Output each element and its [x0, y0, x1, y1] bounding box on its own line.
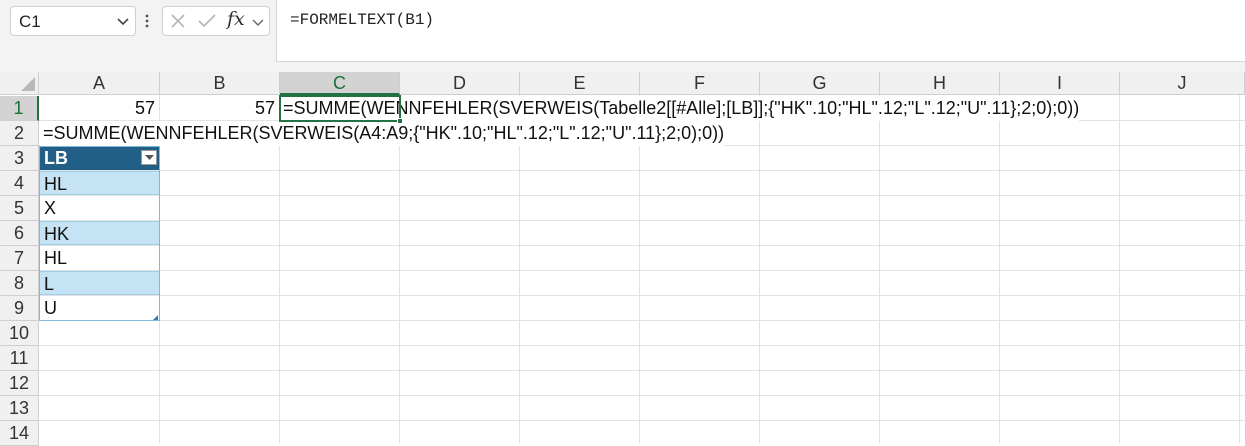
- column-header-i[interactable]: I: [1000, 72, 1120, 95]
- select-all-icon: [21, 77, 35, 91]
- select-all-button[interactable]: [0, 72, 39, 95]
- gridline: [279, 95, 280, 443]
- column-header-a[interactable]: A: [39, 72, 160, 95]
- name-box-value: C1: [19, 12, 41, 31]
- gridline: [999, 95, 1000, 443]
- gridline: [39, 220, 1245, 221]
- column-header-g[interactable]: G: [760, 72, 880, 95]
- row-header-10[interactable]: 10: [0, 321, 39, 346]
- gridline: [39, 420, 1245, 421]
- filter-dropdown-button[interactable]: [141, 150, 157, 165]
- row-header-5[interactable]: 5: [0, 196, 39, 221]
- table-header-lb[interactable]: LB: [40, 146, 159, 170]
- row-header-13[interactable]: 13: [0, 396, 39, 421]
- table-row[interactable]: HL: [40, 246, 159, 270]
- formula-bar-area: C1 fx =FORMELTEXT(B1): [0, 0, 1245, 72]
- gridline: [39, 270, 1245, 271]
- formula-controls: fx: [162, 6, 270, 36]
- name-box[interactable]: C1: [10, 6, 136, 36]
- column-header-e[interactable]: E: [520, 72, 640, 95]
- gridline: [39, 195, 1245, 196]
- more-options-icon[interactable]: [144, 10, 150, 32]
- gridline: [519, 95, 520, 443]
- gridline: [639, 95, 640, 443]
- chevron-down-icon[interactable]: [251, 15, 265, 29]
- row-header-2[interactable]: 2: [0, 121, 39, 146]
- row-header-14[interactable]: 14: [0, 421, 39, 446]
- column-header-f[interactable]: F: [640, 72, 760, 95]
- table-resize-handle-icon[interactable]: [153, 315, 158, 320]
- row-header-12[interactable]: 12: [0, 371, 39, 396]
- row-header-4[interactable]: 4: [0, 171, 39, 196]
- column-header-h[interactable]: H: [880, 72, 1000, 95]
- row-header-8[interactable]: 8: [0, 271, 39, 296]
- filter-arrow-icon: [145, 155, 154, 160]
- row-header-6[interactable]: 6: [0, 221, 39, 246]
- gridline: [39, 345, 1245, 346]
- worksheet-grid[interactable]: A B C D E F G H I J 1 2 3 4 5 6 7 8 9 10…: [0, 72, 1245, 446]
- gridline: [39, 395, 1245, 396]
- row-header-7[interactable]: 7: [0, 246, 39, 271]
- fill-handle[interactable]: [397, 118, 403, 124]
- row-header-1[interactable]: 1: [0, 96, 39, 121]
- gridline: [1119, 95, 1120, 443]
- row-header-11[interactable]: 11: [0, 346, 39, 371]
- gridline: [39, 245, 1245, 246]
- column-header-c[interactable]: C: [280, 72, 400, 95]
- chevron-down-icon[interactable]: [115, 13, 131, 29]
- table-row[interactable]: X: [40, 196, 159, 220]
- insert-function-icon[interactable]: fx: [227, 8, 245, 30]
- gridline: [39, 370, 1245, 371]
- formula-text: =FORMELTEXT(B1): [290, 11, 435, 29]
- column-header-d[interactable]: D: [400, 72, 520, 95]
- gridline: [39, 320, 1245, 321]
- gridline: [759, 95, 760, 443]
- table-row[interactable]: L: [40, 271, 159, 295]
- check-icon[interactable]: [197, 12, 217, 30]
- table-header-label: LB: [44, 148, 68, 168]
- column-header-b[interactable]: B: [160, 72, 280, 95]
- table-row[interactable]: HL: [40, 171, 159, 195]
- gridline: [39, 295, 1245, 296]
- gridline: [879, 95, 880, 443]
- column-header-j[interactable]: J: [1120, 72, 1245, 95]
- table-row[interactable]: HK: [40, 221, 159, 245]
- gridline: [1239, 95, 1240, 443]
- cell-a1[interactable]: 57: [40, 96, 159, 121]
- cell-a2[interactable]: =SUMME(WENNFEHLER(SVERWEIS(A4:A9;{"HK".1…: [40, 121, 725, 146]
- gridline: [399, 95, 400, 443]
- cancel-icon[interactable]: [169, 12, 187, 30]
- formula-input[interactable]: =FORMELTEXT(B1): [276, 0, 1245, 62]
- table-row[interactable]: U: [40, 296, 159, 320]
- row-header-3[interactable]: 3: [0, 146, 39, 171]
- gridline: [39, 170, 1245, 171]
- row-header-9[interactable]: 9: [0, 296, 39, 321]
- cell-b1[interactable]: 57: [160, 96, 279, 121]
- gridline: [159, 95, 160, 443]
